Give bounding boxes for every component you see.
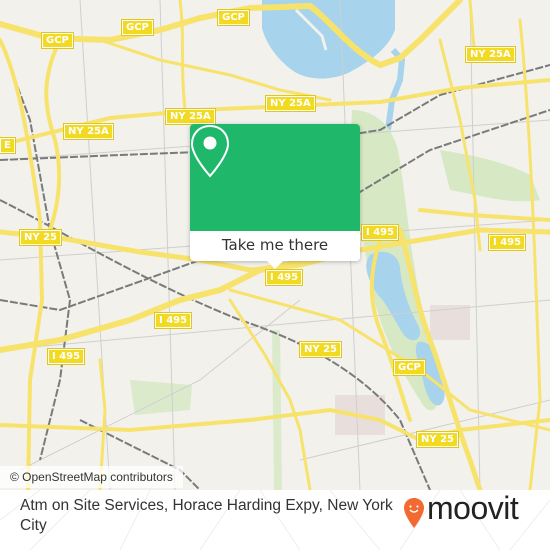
highway-shield-i495: I 495 — [487, 234, 527, 251]
highway-shield-gcp: GCP — [121, 19, 154, 36]
highway-shield-partial: E — [0, 137, 16, 154]
highway-shield-ny25: NY 25 — [18, 229, 63, 246]
highway-shield-ny25a: NY 25A — [265, 95, 316, 112]
highway-shield-ny25: NY 25 — [298, 341, 343, 358]
location-address: Atm on Site Services, Horace Harding Exp… — [20, 497, 393, 534]
highway-shield-ny25a: NY 25A — [465, 46, 516, 63]
moovit-logo[interactable]: moovit — [403, 490, 538, 532]
map-attribution[interactable]: © OpenStreetMap contributors — [0, 466, 183, 488]
popup-header[interactable] — [190, 124, 360, 231]
highway-shield-i495: I 495 — [46, 348, 86, 365]
highway-shield-gcp: GCP — [41, 32, 74, 49]
location-popup[interactable]: Take me there — [190, 124, 360, 269]
highway-shield-i495: I 495 — [360, 224, 400, 241]
popup-pointer — [267, 261, 283, 269]
highway-shield-gcp: GCP — [217, 9, 250, 26]
park-strip — [272, 330, 282, 490]
highway-shield-ny25: NY 25 — [415, 431, 460, 448]
highway-shield-gcp: GCP — [393, 359, 426, 376]
moovit-wordmark: moovit — [427, 490, 519, 526]
park-east — [440, 150, 540, 202]
footer: Atm on Site Services, Horace Harding Exp… — [0, 490, 550, 550]
highway-shield-ny25a: NY 25A — [63, 123, 114, 140]
map-pin-icon — [190, 124, 230, 178]
water-bay — [262, 0, 395, 79]
moovit-pin-icon — [404, 498, 424, 528]
take-me-there-button[interactable]: Take me there — [190, 231, 360, 261]
park-south — [130, 380, 192, 415]
highway-shield-i495: I 495 — [153, 312, 193, 329]
highway-shield-ny25a: NY 25A — [165, 108, 216, 125]
take-me-there-label: Take me there — [221, 236, 329, 254]
highway-shield-i495: I 495 — [264, 269, 304, 286]
map[interactable]: GCP GCP GCP NY 25A NY 25A NY 25A NY 25A … — [0, 0, 550, 490]
